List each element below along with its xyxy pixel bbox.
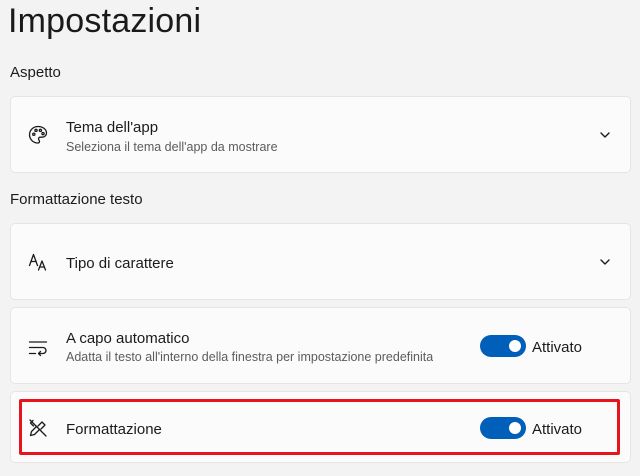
page-title: Impostazioni [8,2,202,40]
text-wrap-icon [27,337,49,359]
formatting-setting-card: Formattazione Attivato [10,391,631,463]
word-wrap-title: A capo automatico [66,330,190,347]
palette-icon [27,124,49,146]
section-title-text-formatting: Formattazione testo [10,191,143,208]
formatting-icon [27,417,49,439]
formatting-state: Attivato [532,421,583,438]
formatting-title: Formattazione [66,421,162,438]
toggle-knob [509,422,521,434]
section-title-appearance: Aspetto [10,64,61,81]
chevron-down-icon[interactable] [598,128,612,142]
font-title: Tipo di carattere [66,255,174,272]
word-wrap-toggle[interactable] [480,335,526,357]
font-icon [27,251,49,273]
word-wrap-description: Adatta il testo all'interno della finest… [66,350,434,364]
toggle-knob [509,340,521,352]
theme-description: Seleziona il tema dell'app da mostrare [66,140,278,154]
theme-title: Tema dell'app [66,119,159,136]
font-setting-card[interactable]: Tipo di carattere [10,223,631,300]
chevron-down-icon[interactable] [598,255,612,269]
theme-setting-card[interactable]: Tema dell'app Seleziona il tema dell'app… [10,96,631,173]
word-wrap-state: Attivato [532,339,583,356]
formatting-toggle[interactable] [480,417,526,439]
word-wrap-setting-card: A capo automatico Adatta il testo all'in… [10,307,631,384]
